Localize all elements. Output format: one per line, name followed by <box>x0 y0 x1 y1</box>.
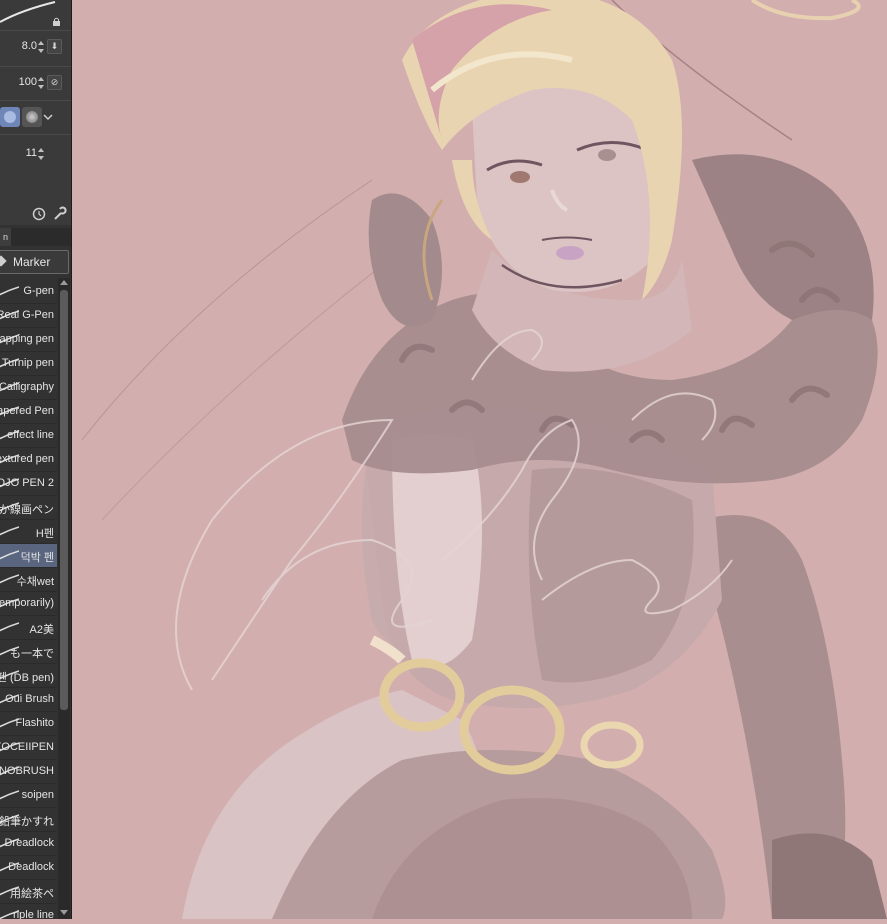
brush-stroke-preview <box>0 622 19 632</box>
brush-name: 鉛筆かすれ <box>0 816 54 828</box>
brush-list: G-pen Real G-Pen apping pen Turnip pen Calli… <box>0 280 57 919</box>
brush-list-item[interactable]: 덕박 펜 <box>0 544 57 568</box>
brush-list-item[interactable]: Temporarily) <box>0 592 57 616</box>
scroll-up-icon[interactable] <box>60 280 68 285</box>
lock-icon[interactable] <box>52 14 60 26</box>
tip-shape-selected[interactable] <box>0 107 20 127</box>
brush-list-item[interactable]: Flashito <box>0 712 57 736</box>
divider <box>0 100 71 101</box>
brush-list-item[interactable]: Turnip pen <box>0 352 57 376</box>
brush-name: NOBRUSH <box>0 765 54 777</box>
brush-name: か線画ペン <box>0 504 54 516</box>
brush-name: Temporarily) <box>0 597 54 609</box>
stabilization-row: 11 <box>0 145 71 165</box>
brush-name: Calligraphy <box>0 381 54 393</box>
brush-name: apping pen <box>0 333 54 345</box>
brush-name: 用絵茶ペ <box>10 888 54 900</box>
brush-list-item[interactable]: も一本で <box>0 640 57 664</box>
brush-size-spinner[interactable] <box>38 41 44 53</box>
brush-name: 수채wet <box>16 576 54 588</box>
scroll-down-icon[interactable] <box>60 910 68 915</box>
subtool-tab[interactable]: n <box>0 228 11 246</box>
brush-list-item[interactable]: riple line <box>0 904 57 919</box>
brush-name: Deadlock <box>8 861 54 873</box>
opacity-spinner[interactable] <box>38 77 44 89</box>
brush-list-item[interactable]: か線画ペン <box>0 496 57 520</box>
divider <box>0 66 71 67</box>
brush-name: Oui Brush <box>5 693 54 705</box>
brush-name: も一本で <box>10 648 54 660</box>
pressure-icon[interactable]: ⬇ <box>47 39 62 54</box>
marker-group-button[interactable]: Marker <box>0 250 69 274</box>
artwork <box>72 0 887 919</box>
brush-list-item[interactable]: A2美 <box>0 616 57 640</box>
brush-name: Turnip pen <box>1 357 54 369</box>
drawing-canvas[interactable] <box>72 0 887 919</box>
brush-name: soipen <box>21 789 54 801</box>
stabilization-spinner[interactable] <box>38 148 44 160</box>
brush-stroke-preview <box>0 526 19 536</box>
brush-stroke-preview <box>0 790 19 800</box>
stabilization-value[interactable]: 11 <box>26 147 37 159</box>
brush-list-item[interactable]: XOCEIIPEN <box>0 736 57 760</box>
brush-size-row: 8.0 ⬇ <box>0 38 71 58</box>
brush-list-item[interactable]: apping pen <box>0 328 57 352</box>
wrench-icon[interactable] <box>52 206 67 226</box>
brush-name: 펜 (DB pen) <box>0 672 54 684</box>
brush-list-item[interactable]: Deadlock <box>0 856 57 880</box>
brush-list-item[interactable]: 수채wet <box>0 568 57 592</box>
brush-list-item[interactable]: 鉛筆かすれ <box>0 808 57 832</box>
divider <box>0 134 71 135</box>
brush-name: A2美 <box>29 624 54 636</box>
brush-list-item[interactable]: H펜 <box>0 520 57 544</box>
brush-list-item[interactable]: effect line <box>0 424 57 448</box>
brush-list-item[interactable]: Real G-Pen <box>0 304 57 328</box>
brush-name: Dreadlock <box>4 837 54 849</box>
brush-name: H펜 <box>35 528 54 540</box>
chevron-down-icon[interactable] <box>42 110 54 124</box>
brush-list-item[interactable]: extured pen <box>0 448 57 472</box>
brush-stroke-preview <box>0 286 19 296</box>
brush-name: 덕박 펜 <box>20 552 54 564</box>
brush-list-item[interactable]: Oui Brush <box>0 688 57 712</box>
brush-list-item[interactable]: 펜 (DB pen) <box>0 664 57 688</box>
brush-list-item[interactable]: Calligraphy <box>0 376 57 400</box>
brush-stroke-preview <box>0 550 19 560</box>
marker-icon <box>0 255 7 267</box>
brush-name: apered Pen <box>0 405 54 417</box>
brush-list-item[interactable]: 用絵茶ペ <box>0 880 57 904</box>
brush-list-item[interactable]: G-pen <box>0 280 57 304</box>
brush-name: G-pen <box>23 285 54 297</box>
brush-name: XOCEIIPEN <box>0 741 54 753</box>
blend-icon[interactable]: ⊘ <box>47 75 62 90</box>
brush-list-item[interactable]: Dreadlock <box>0 832 57 856</box>
brush-list-item[interactable]: OJO PEN 2 <box>0 472 57 496</box>
opacity-value[interactable]: 100 <box>19 76 37 88</box>
brush-list-item[interactable]: soipen <box>0 784 57 808</box>
scroll-thumb[interactable] <box>60 290 68 710</box>
brush-name: extured pen <box>0 453 54 465</box>
brush-list-scrollbar[interactable] <box>58 278 70 919</box>
brush-name: Real G-Pen <box>0 309 54 321</box>
clock-icon[interactable] <box>32 207 46 226</box>
brush-list-item[interactable]: apered Pen <box>0 400 57 424</box>
tool-property-section: 8.0 ⬇ 100 ⊘ 11 <box>0 0 71 225</box>
brush-name: effect line <box>7 429 54 441</box>
tip-shape-soft[interactable] <box>22 107 42 127</box>
marker-group-label: Marker <box>13 255 51 269</box>
brush-size-value[interactable]: 8.0 <box>22 40 37 52</box>
brush-name: riple line <box>13 909 54 919</box>
brush-list-item[interactable]: NOBRUSH <box>0 760 57 784</box>
divider <box>0 30 71 31</box>
brush-name: OJO PEN 2 <box>0 477 54 489</box>
brush-name: Flashito <box>15 717 54 729</box>
tool-panel: 8.0 ⬇ 100 ⊘ 11 n Marker G-pen Real G-Pen… <box>0 0 72 919</box>
opacity-row: 100 ⊘ <box>0 74 71 94</box>
